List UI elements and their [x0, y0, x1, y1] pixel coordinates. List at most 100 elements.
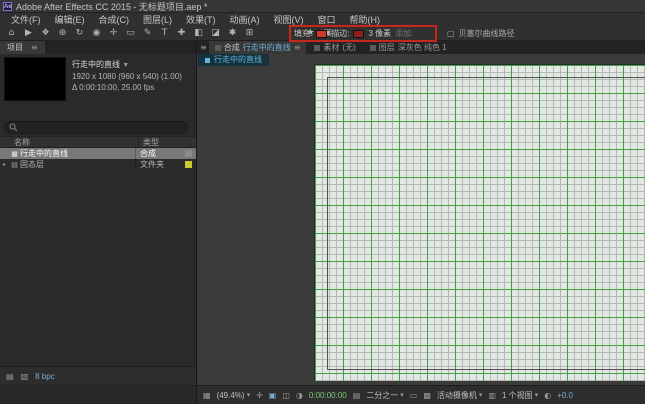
tab-icon	[314, 45, 320, 51]
project-row-1[interactable]: ▸▤固态层文件夹	[0, 159, 196, 170]
tab-icon	[215, 45, 221, 51]
menu-item-2[interactable]: 合成(C)	[92, 13, 137, 26]
menu-item-7[interactable]: 窗口	[311, 13, 343, 26]
viewer-tabstrip: ≡ 合成 行走中的直线 ≡ 素材 (无) 图层 深灰色 纯色 1	[197, 41, 645, 54]
project-row-0[interactable]: ▦行走中的直线合成	[0, 148, 196, 159]
bezier-path-option[interactable]: ▢ 贝塞尔曲线路径	[447, 26, 515, 41]
fill-stroke-controls: 填充: 描边: 3 像素 添加:	[294, 26, 413, 41]
twirl-icon[interactable]: ▸	[0, 161, 9, 168]
label-color-chip[interactable]	[185, 161, 192, 168]
shape-tool[interactable]: ▭	[122, 28, 139, 38]
exposure-value[interactable]: +0.0	[557, 391, 573, 400]
tab-footage-detail: (无)	[342, 41, 355, 54]
grid-inner-border	[327, 77, 645, 370]
clone-stamp-tool[interactable]: ◧	[190, 28, 207, 38]
titlebar: Ae Adobe After Effects CC 2015 - 无标题项目.a…	[0, 0, 645, 13]
safe-margins-icon[interactable]: ✛	[256, 391, 263, 400]
menu-item-6[interactable]: 视图(V)	[267, 13, 311, 26]
item-type-icon: ▦	[9, 150, 20, 158]
search-input[interactable]	[4, 121, 188, 134]
app-icon: Ae	[3, 2, 12, 11]
tab-project[interactable]: 项目 ≡	[0, 41, 45, 54]
tab-layer-detail: 深灰色 纯色 1	[398, 41, 447, 54]
resolution-select[interactable]: 二分之一 ▾	[366, 390, 404, 401]
menu-item-0[interactable]: 文件(F)	[4, 13, 48, 26]
resolution-value: 二分之一	[366, 390, 398, 401]
menu-item-8[interactable]: 帮助(H)	[343, 13, 388, 26]
bezier-checkbox[interactable]: ▢	[447, 29, 455, 38]
view-count-select[interactable]: 1 个视图 ▾	[502, 390, 538, 401]
home-tool[interactable]: ⌂	[3, 28, 20, 38]
item-type: 合成	[135, 148, 181, 159]
interpret-footage-icon[interactable]: ▤	[6, 372, 14, 381]
grid-options-icon[interactable]: ▦	[203, 391, 211, 400]
menu-item-4[interactable]: 效果(T)	[179, 13, 223, 26]
composition-thumbnail	[4, 57, 66, 101]
composition-viewport[interactable]: 行走中的直线	[197, 54, 645, 385]
selection-tool[interactable]: ▶	[20, 28, 37, 38]
brush-tool[interactable]: ✚	[173, 28, 190, 38]
eraser-tool[interactable]: ◪	[207, 28, 224, 38]
viewer-mini-tab-label: 行走中的直线	[214, 54, 262, 66]
flowchart-icon[interactable]: ▤	[353, 391, 361, 400]
tab-project-label: 项目	[7, 41, 23, 54]
stroke-width-value[interactable]: 3 像素	[368, 28, 391, 39]
tab-composition[interactable]: 合成 行走中的直线 ≡	[209, 41, 307, 54]
transparency-grid-icon[interactable]: ▩	[423, 391, 431, 400]
menu-item-3[interactable]: 图层(L)	[136, 13, 179, 26]
composition-panel: ≡ 合成 行走中的直线 ≡ 素材 (无) 图层 深灰色 纯色 1 行走中的直线	[196, 41, 645, 385]
pan-behind-tool[interactable]: ✛	[105, 28, 122, 38]
exposure-icon[interactable]: ◐	[544, 391, 551, 400]
hand-tool[interactable]: ❖	[37, 28, 54, 38]
view-layout-icon[interactable]: ▥	[488, 391, 496, 400]
mask-visibility-icon[interactable]: ▣	[269, 391, 277, 400]
item-name: 固态层	[20, 159, 135, 170]
color-depth-button[interactable]: 8 bpc	[35, 372, 55, 381]
tool-group: ⌂▶❖⊕↻◉✛▭✎T✚◧◪✱⊞	[0, 28, 258, 38]
fill-color-swatch[interactable]	[316, 30, 327, 38]
stroke-color-swatch[interactable]	[353, 30, 364, 38]
item-type: 文件夹	[135, 159, 181, 170]
tab-footage[interactable]: 素材 (无)	[308, 41, 361, 54]
active-comp-dot	[205, 58, 210, 63]
camera-tool[interactable]: ◉	[88, 28, 105, 38]
magnification-select[interactable]: (49.4%) ▾	[217, 391, 251, 400]
chevron-down-icon[interactable]: ▼	[122, 62, 129, 69]
rotation-tool[interactable]: ↻	[71, 28, 88, 38]
tab-icon	[370, 45, 376, 51]
menu-item-5[interactable]: 动画(A)	[223, 13, 267, 26]
viewer-footer: ▦ (49.4%) ▾ ✛ ▣ ◫ ◑ 0:00:00:00 ▤ 二分之一 ▾ …	[196, 385, 645, 404]
puppet-pin-tool[interactable]: ⊞	[241, 28, 258, 38]
fill-label: 填充:	[294, 28, 312, 39]
label-color-chip[interactable]	[185, 150, 192, 157]
menubar: 文件(F)编辑(E)合成(C)图层(L)效果(T)动画(A)视图(V)窗口帮助(…	[0, 13, 645, 26]
tab-layer[interactable]: 图层 深灰色 纯色 1	[364, 41, 453, 54]
tab-layer-label: 图层	[379, 41, 395, 54]
project-item-list: ▦行走中的直线合成▸▤固态层文件夹	[0, 148, 196, 170]
panel-menu-icon[interactable]: ≡	[200, 43, 207, 52]
zoom-tool[interactable]: ⊕	[54, 28, 71, 38]
column-header-name[interactable]: 名称	[0, 137, 138, 148]
column-header-type[interactable]: 类型	[138, 137, 196, 148]
chevron-down-icon: ▾	[247, 391, 251, 399]
new-folder-icon[interactable]: ▧	[21, 372, 29, 381]
menu-item-1[interactable]: 编辑(E)	[48, 13, 92, 26]
region-of-interest-icon[interactable]: ▭	[410, 391, 418, 400]
roto-brush-tool[interactable]: ✱	[224, 28, 241, 38]
add-label[interactable]: 添加:	[395, 28, 413, 39]
project-panel: 项目 ≡ 行走中的直线 ▼ 1920 x 1080 (960 x 540) (1…	[0, 41, 196, 385]
type-tool[interactable]: T	[156, 28, 173, 38]
tab-menu-icon[interactable]: ≡	[294, 41, 301, 54]
pen-tool[interactable]: ✎	[139, 28, 156, 38]
panel-menu-icon[interactable]: ≡	[31, 41, 38, 54]
camera-select[interactable]: 活动摄像机 ▾	[437, 390, 483, 401]
channel-icon[interactable]: ◑	[296, 391, 303, 400]
snapshot-icon[interactable]: ◫	[282, 391, 290, 400]
tab-comp-label: 合成	[224, 41, 240, 54]
current-time[interactable]: 0:00:00:00	[309, 391, 347, 400]
composition-canvas[interactable]	[314, 64, 645, 381]
search-icon	[9, 123, 18, 132]
viewer-mini-tab[interactable]: 行走中的直线	[198, 54, 269, 66]
chevron-down-icon: ▾	[400, 391, 404, 399]
magnification-value: (49.4%)	[217, 391, 245, 400]
